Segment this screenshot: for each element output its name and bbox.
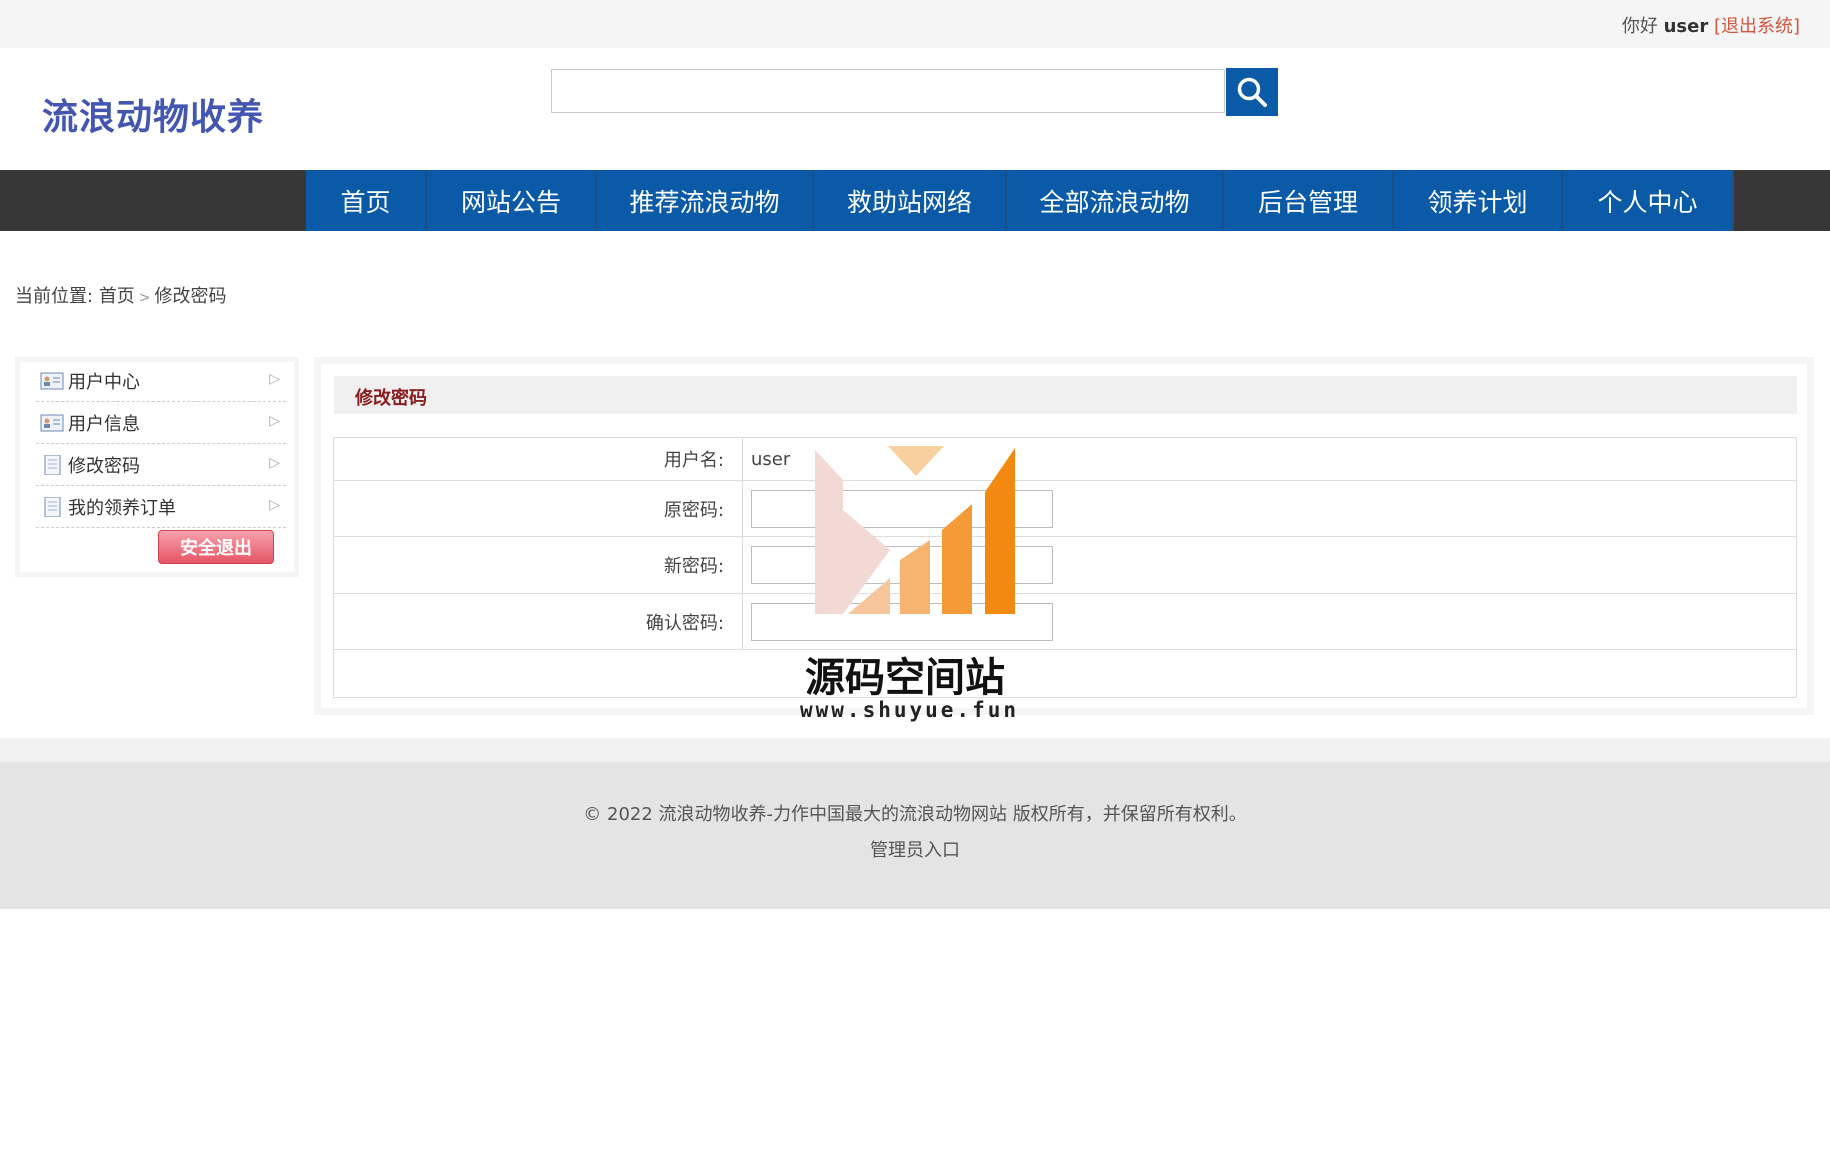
search-input[interactable] bbox=[551, 69, 1225, 113]
sidebar-item-my-orders[interactable]: 我的领养订单 ▷ bbox=[36, 487, 286, 528]
form-row-submit bbox=[333, 649, 1797, 698]
safe-exit-button[interactable]: 安全退出 bbox=[158, 530, 274, 564]
confirm-password-label: 确认密码: bbox=[333, 593, 743, 650]
sidebar-item-user-info[interactable]: 用户信息 ▷ bbox=[36, 403, 286, 444]
panel-title: 修改密码 bbox=[355, 388, 427, 409]
breadcrumb-home[interactable]: 首页 bbox=[99, 286, 135, 307]
nav-home[interactable]: 首页 bbox=[306, 170, 427, 231]
confirm-password-cell bbox=[742, 593, 1797, 650]
nav-all-animals[interactable]: 全部流浪动物 bbox=[1007, 170, 1224, 231]
user-greeting: 你好 user [退出系统] bbox=[1622, 12, 1800, 38]
old-password-label: 原密码: bbox=[333, 480, 743, 537]
nav-rescue-stations[interactable]: 救助站网络 bbox=[814, 170, 1007, 231]
sidebar-item-label: 用户信息 bbox=[68, 414, 140, 435]
sidebar-item-label: 修改密码 bbox=[68, 456, 140, 477]
admin-entry-link[interactable]: 管理员入口 bbox=[0, 836, 1830, 862]
top-bar: 你好 user [退出系统] bbox=[0, 0, 1830, 48]
chevron-right-icon: ▷ bbox=[269, 413, 280, 429]
sidebar-item-label: 用户中心 bbox=[68, 372, 140, 393]
sidebar-item-change-password[interactable]: 修改密码 ▷ bbox=[36, 445, 286, 486]
chevron-right-icon: ▷ bbox=[269, 455, 280, 471]
search-icon bbox=[1237, 77, 1267, 107]
logout-link[interactable]: [退出系统] bbox=[1714, 16, 1800, 37]
search-button[interactable] bbox=[1226, 68, 1278, 116]
nav-announcements[interactable]: 网站公告 bbox=[427, 170, 597, 231]
old-password-cell bbox=[742, 480, 1797, 537]
form-row-confirm-password: 确认密码: bbox=[333, 593, 1797, 650]
panel-header: 修改密码 bbox=[334, 376, 1797, 414]
main-navbar: 首页 网站公告 推荐流浪动物 救助站网络 全部流浪动物 后台管理 领养计划 个人… bbox=[0, 170, 1830, 231]
breadcrumb-current: 修改密码 bbox=[154, 286, 227, 307]
form-row-username: 用户名: user bbox=[333, 437, 1797, 481]
username-label: 用户名: bbox=[333, 437, 743, 481]
confirm-password-input[interactable] bbox=[751, 602, 1053, 641]
nav-adoption-plan[interactable]: 领养计划 bbox=[1394, 170, 1563, 231]
new-password-cell bbox=[742, 536, 1797, 594]
site-logo[interactable]: 流浪动物收养 bbox=[42, 88, 264, 140]
new-password-input[interactable] bbox=[751, 546, 1053, 584]
sidebar-item-label: 我的领养订单 bbox=[68, 498, 176, 519]
greeting-text: 你好 bbox=[1621, 16, 1658, 37]
footer-copyright: © 2022 流浪动物收养-力作中国最大的流浪动物网站 版权所有，并保留所有权利… bbox=[583, 804, 1247, 825]
username-value: user bbox=[742, 437, 1797, 481]
nav-menu: 首页 网站公告 推荐流浪动物 救助站网络 全部流浪动物 后台管理 领养计划 个人… bbox=[306, 170, 1734, 231]
submit-cell bbox=[333, 649, 1797, 698]
old-password-input[interactable] bbox=[751, 489, 1053, 528]
id-card-icon bbox=[40, 372, 64, 390]
document-icon bbox=[44, 497, 61, 517]
nav-recommended-animals[interactable]: 推荐流浪动物 bbox=[597, 170, 814, 231]
chevron-right-icon: ▷ bbox=[269, 497, 280, 513]
form-row-old-password: 原密码: bbox=[333, 480, 1797, 537]
nav-personal-center[interactable]: 个人中心 bbox=[1563, 170, 1734, 231]
new-password-label: 新密码: bbox=[333, 536, 743, 594]
footer-strip bbox=[0, 738, 1830, 764]
password-form: 用户名: user 原密码: 新密码: 确认密码: bbox=[333, 437, 1797, 698]
chevron-right-icon: > bbox=[138, 290, 151, 306]
chevron-right-icon: ▷ bbox=[269, 371, 280, 387]
breadcrumb: 当前位置: 首页 > 修改密码 bbox=[15, 282, 227, 308]
username: user bbox=[1663, 16, 1709, 37]
id-card-icon bbox=[40, 414, 64, 432]
document-icon bbox=[44, 455, 61, 475]
sidebar-item-user-center[interactable]: 用户中心 ▷ bbox=[36, 361, 286, 402]
breadcrumb-prefix: 当前位置: bbox=[15, 286, 94, 307]
nav-admin[interactable]: 后台管理 bbox=[1224, 170, 1394, 231]
form-row-new-password: 新密码: bbox=[333, 536, 1797, 594]
footer: © 2022 流浪动物收养-力作中国最大的流浪动物网站 版权所有，并保留所有权利… bbox=[0, 762, 1830, 909]
